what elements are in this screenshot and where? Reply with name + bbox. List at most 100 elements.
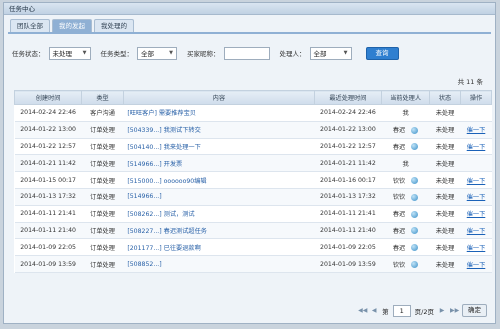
page-number-input[interactable]: 1: [392, 304, 411, 317]
remind-link[interactable]: 催一下: [467, 178, 486, 185]
query-button[interactable]: 查询: [365, 46, 399, 60]
content-cell[interactable]: [508262...] 测试，测试: [123, 205, 315, 223]
action-cell: 催一下: [460, 138, 492, 156]
next-page-icon[interactable]: ▶: [438, 306, 446, 315]
updated-cell: 2014-01-11 21:40: [314, 222, 382, 240]
chevron-down-icon: ▼: [82, 50, 87, 56]
handler-name: 钦钦: [392, 177, 406, 185]
status-select-value: 未处理: [52, 50, 73, 58]
last-page-icon[interactable]: ▶▶: [450, 306, 459, 315]
table-row: 2014-01-22 13:00 订单处理 [504339...] 我测试下转交 20…: [14, 121, 492, 139]
remind-link[interactable]: 催一下: [467, 228, 486, 235]
updated-cell: 2014-01-21 11:42: [314, 154, 382, 173]
handler-cell: 我: [381, 104, 430, 122]
handler-name: 春迟: [392, 244, 406, 252]
type-cell: 订单处理: [81, 171, 124, 189]
content-cell[interactable]: [508227...] 春迟测试超任务: [123, 222, 315, 240]
col-updated: 最近处理时间: [313, 90, 383, 105]
contact-user-icon[interactable]: [411, 261, 419, 269]
created-cell: 2014-02-24 22:46: [14, 104, 82, 122]
handler-cell: 春迟: [381, 138, 430, 156]
tab-team-all[interactable]: 团队全部: [10, 19, 50, 32]
status-select[interactable]: 未处理 ▼: [48, 46, 91, 60]
action-cell: [460, 104, 492, 122]
remind-link[interactable]: 催一下: [467, 211, 486, 218]
page-prefix: 第: [382, 307, 389, 316]
table-row: 2014-01-11 21:40 订单处理 [508227...] 春迟测试超任务 2…: [14, 222, 492, 240]
status-cell: 未处理: [429, 222, 461, 240]
handler-name: 钦钦: [392, 194, 406, 202]
action-cell: 催一下: [460, 205, 492, 223]
tab-my-initiated[interactable]: 我的发起: [52, 19, 92, 32]
table-row: 2014-01-21 11:42 订单处理 [514966...] 开发票 2014-…: [14, 154, 492, 173]
col-handler: 当前处理人: [381, 90, 431, 105]
handler-cell: 春迟: [381, 222, 430, 240]
handler-cell: 钦钦: [381, 255, 430, 273]
content-cell[interactable]: [504140...] 我来处理一下: [123, 138, 315, 156]
created-cell: 2014-01-09 22:05: [14, 238, 82, 257]
table-row: 2014-01-15 00:17 订单处理 [515000...] oooooo90…: [14, 171, 492, 189]
col-status: 状态: [429, 90, 461, 105]
tab-bar: 团队全部 我的发起 我处理的: [10, 19, 134, 32]
content-cell[interactable]: [514966...] 开发票: [123, 154, 315, 173]
table-body: 2014-02-24 22:46 客户沟通 [旺旺客户] 需要推荐宝贝 2014-02…: [14, 104, 492, 273]
content-cell[interactable]: [514966...]: [123, 188, 315, 206]
remind-link[interactable]: 催一下: [467, 194, 486, 201]
action-cell: 催一下: [460, 121, 492, 139]
type-select-value: 全部: [141, 50, 154, 58]
status-cell: 未处理: [429, 104, 461, 122]
content-cell[interactable]: [508852...]: [123, 255, 315, 273]
tab-my-handled[interactable]: 我处理的: [94, 19, 134, 32]
first-page-icon[interactable]: ◀◀: [358, 306, 367, 315]
table-row: 2014-01-09 13:59 订单处理 [508852...] 2014-01-0…: [14, 255, 492, 273]
content-cell[interactable]: [504339...] 我测试下转交: [123, 121, 315, 139]
contact-user-icon[interactable]: [411, 210, 419, 218]
type-cell: 订单处理: [81, 188, 124, 206]
table-row: 2014-02-24 22:46 客户沟通 [旺旺客户] 需要推荐宝贝 2014-02…: [14, 104, 492, 122]
contact-user-icon[interactable]: [411, 177, 419, 185]
handler-name: 春迟: [392, 143, 406, 151]
buyer-nickname-input[interactable]: [223, 46, 270, 60]
contact-user-icon[interactable]: [411, 227, 419, 235]
action-cell: 催一下: [460, 222, 492, 240]
created-cell: 2014-01-09 13:59: [14, 255, 82, 273]
updated-cell: 2014-01-16 00:17: [314, 171, 382, 189]
created-cell: 2014-01-15 00:17: [14, 171, 82, 189]
remind-link[interactable]: 催一下: [467, 245, 486, 252]
handler-cell: 春迟: [381, 238, 430, 257]
remind-link[interactable]: 催一下: [467, 144, 486, 151]
handler-cell: 我: [381, 154, 430, 173]
handler-name: 春迟: [392, 127, 406, 135]
content-cell[interactable]: [201177...] 已往要退款啊: [123, 238, 315, 257]
task-table: 创建时间 类型 内容 最近处理时间 当前处理人 状态 操作 2014-02-24…: [13, 90, 492, 273]
contact-user-icon[interactable]: [411, 126, 419, 134]
handler-name: 钦钦: [392, 261, 406, 269]
contact-user-icon[interactable]: [411, 193, 419, 201]
content-cell[interactable]: [旺旺客户] 需要推荐宝贝: [123, 104, 315, 122]
updated-cell: 2014-01-13 17:32: [314, 188, 382, 206]
remind-link[interactable]: 催一下: [467, 127, 486, 134]
page-confirm-button[interactable]: 确定: [462, 304, 487, 317]
total-count: 共 11 条: [457, 78, 483, 86]
remind-link[interactable]: 催一下: [467, 262, 486, 269]
type-select[interactable]: 全部 ▼: [137, 46, 177, 60]
content-cell[interactable]: [515000...] oooooo90编辑: [123, 171, 315, 189]
updated-cell: 2014-01-09 13:59: [314, 255, 382, 273]
type-cell: 客户沟通: [81, 104, 124, 122]
contact-user-icon[interactable]: [411, 244, 419, 252]
handler-label: 处理人：: [279, 50, 306, 58]
prev-page-icon[interactable]: ◀: [370, 306, 378, 315]
updated-cell: 2014-01-09 22:05: [314, 238, 382, 257]
status-cell: 未处理: [429, 154, 461, 173]
status-cell: 未处理: [429, 188, 461, 206]
handler-select-value: 全部: [313, 50, 327, 58]
created-cell: 2014-01-22 13:00: [14, 121, 82, 139]
handler-select[interactable]: 全部 ▼: [309, 46, 352, 60]
page-suffix: 页/2页: [414, 307, 434, 316]
contact-user-icon[interactable]: [411, 143, 419, 151]
filter-bar: 任务状态： 未处理 ▼ 任务类型： 全部 ▼ 买家昵称： 处理人： 全部 ▼ 查…: [12, 45, 487, 61]
col-action: 操作: [460, 90, 492, 105]
handler-name: 我: [402, 160, 409, 168]
table-row: 2014-01-11 21:41 订单处理 [508262...] 测试，测试 201…: [14, 205, 492, 223]
type-cell: 订单处理: [81, 255, 124, 273]
